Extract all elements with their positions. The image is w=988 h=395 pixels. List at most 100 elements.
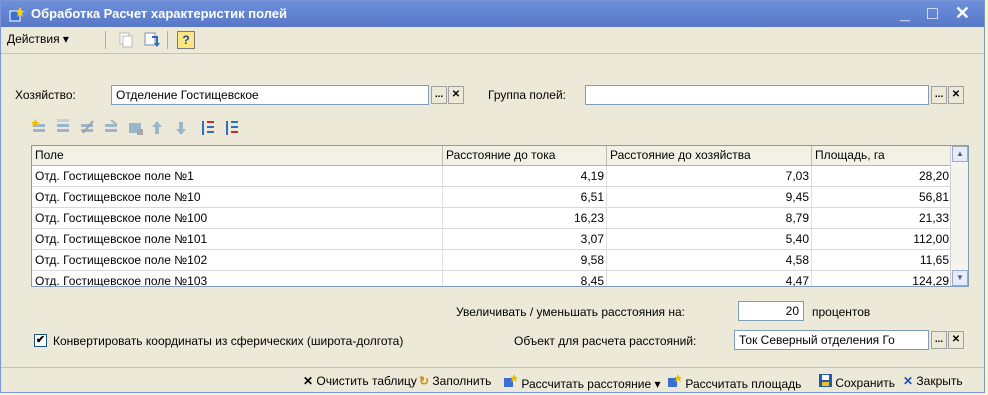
fill-button[interactable]: ↻ Заполнить <box>419 374 491 388</box>
adjust-percent-field[interactable]: 20 <box>738 301 804 321</box>
cell-field: Отд. Гостищевское поле №100 <box>32 208 443 228</box>
save-icon <box>819 374 832 387</box>
target-clear-button[interactable]: ✕ <box>948 331 964 349</box>
save-label: Сохранить <box>835 376 895 390</box>
app-icon <box>9 7 25 22</box>
target-object-field[interactable]: Ток Северный отделения Го <box>734 330 929 350</box>
cell-field: Отд. Гостищевское поле №1 <box>32 166 443 186</box>
cell-area: 112,00 <box>812 229 952 249</box>
column-header-field[interactable]: Поле <box>32 146 443 165</box>
table-row[interactable]: Отд. Гостищевское поле №100 16,23 8,79 2… <box>32 208 952 229</box>
adjust-distance-label: Увеличивать / уменьшать расстояния на: <box>456 305 685 319</box>
field-group-label: Группа полей: <box>488 88 566 102</box>
calc-area-label: Рассчитать площадь <box>685 377 802 391</box>
close-label: Закрыть <box>916 374 963 388</box>
window-title: Обработка Расчет характеристик полей <box>31 6 288 21</box>
save-button[interactable]: Сохранить <box>819 374 895 390</box>
calculate-icon <box>504 374 518 387</box>
table-row[interactable]: Отд. Гостищевское поле №101 3,07 5,40 11… <box>32 229 952 250</box>
calc-area-button[interactable]: Рассчитать площадь <box>668 374 801 391</box>
cell-distance-to-yard: 6,51 <box>443 187 607 207</box>
scroll-down-icon[interactable]: ▼ <box>952 270 968 286</box>
column-header-distance-to-farm[interactable]: Расстояние до хозяйства <box>607 146 812 165</box>
copy-row-icon[interactable] <box>57 119 69 132</box>
field-group-field[interactable] <box>585 85 929 105</box>
end-edit-icon[interactable] <box>129 123 143 135</box>
cell-distance-to-yard: 16,23 <box>443 208 607 228</box>
cell-distance-to-farm: 9,45 <box>607 187 812 207</box>
cell-area: 11,65 <box>812 250 952 270</box>
cell-area: 124,29 <box>812 271 952 286</box>
close-window-button[interactable]: ✕ <box>955 3 976 23</box>
add-row-icon[interactable] <box>31 119 45 132</box>
toolbar-separator <box>105 31 106 49</box>
move-down-icon[interactable] <box>176 122 186 135</box>
fill-label: Заполнить <box>432 374 492 388</box>
cell-area: 56,81 <box>812 187 952 207</box>
cell-area: 28,20 <box>812 166 952 186</box>
cell-field: Отд. Гостищевское поле №10 <box>32 187 443 207</box>
clear-table-button[interactable]: ✕ Очистить таблицу <box>303 374 417 388</box>
maximize-button[interactable]: □ <box>927 3 944 23</box>
farm-clear-button[interactable]: ✕ <box>448 86 464 104</box>
cell-distance-to-yard: 8,45 <box>443 271 607 286</box>
target-select-button[interactable]: ... <box>931 331 947 349</box>
group-clear-button[interactable]: ✕ <box>948 86 964 104</box>
processing-window: Обработка Расчет характеристик полей _ □… <box>0 0 985 393</box>
cell-distance-to-farm: 7,03 <box>607 166 812 186</box>
clear-icon: ✕ <box>303 374 314 388</box>
command-bar: ✕ Очистить таблицу ↻ Заполнить Рассчитат… <box>1 367 984 394</box>
actions-menu[interactable]: Действия ▾ <box>7 32 69 46</box>
column-header-distance-to-yard[interactable]: Расстояние до тока <box>443 146 607 165</box>
calc-distance-button[interactable]: Рассчитать расстояние ▾ <box>504 374 661 391</box>
copy-icon[interactable] <box>117 31 135 49</box>
cell-distance-to-farm: 4,47 <box>607 271 812 286</box>
close-button[interactable]: ✕ Закрыть <box>903 374 963 388</box>
minimize-button[interactable]: _ <box>900 3 916 23</box>
cell-distance-to-yard: 9,58 <box>443 250 607 270</box>
cell-distance-to-yard: 4,19 <box>443 166 607 186</box>
edit-row-icon[interactable] <box>81 120 94 134</box>
target-object-label: Объект для расчета расстояний: <box>514 334 697 348</box>
sort-descending-icon[interactable] <box>226 121 238 135</box>
calculate-icon <box>668 374 682 387</box>
cell-distance-to-yard: 3,07 <box>443 229 607 249</box>
convert-coordinates-checkbox[interactable]: ✔ <box>34 334 47 347</box>
close-icon: ✕ <box>903 374 914 388</box>
delete-row-icon[interactable] <box>105 119 118 132</box>
cell-distance-to-farm: 4,58 <box>607 250 812 270</box>
cell-distance-to-farm: 5,40 <box>607 229 812 249</box>
fields-table[interactable]: Поле Расстояние до тока Расстояние до хо… <box>31 145 969 287</box>
table-row[interactable]: Отд. Гостищевское поле №102 9,58 4,58 11… <box>32 250 952 271</box>
cell-field: Отд. Гостищевское поле №103 <box>32 271 443 286</box>
farm-field[interactable]: Отделение Гостищевское <box>111 85 429 105</box>
convert-coordinates-label: Конвертировать координаты из сферических… <box>53 334 404 348</box>
cell-field: Отд. Гостищевское поле №102 <box>32 250 443 270</box>
refresh-icon: ↻ <box>419 374 430 388</box>
title-bar[interactable]: Обработка Расчет характеристик полей _ □… <box>1 1 984 27</box>
table-row[interactable]: Отд. Гостищевское поле №10 6,51 9,45 56,… <box>32 187 952 208</box>
cell-area: 21,33 <box>812 208 952 228</box>
table-header: Поле Расстояние до тока Расстояние до хо… <box>32 146 968 166</box>
window-controls: _ □ ✕ <box>900 3 976 24</box>
percent-unit-label: процентов <box>812 305 871 319</box>
help-icon[interactable]: ? <box>177 31 195 49</box>
group-select-button[interactable]: ... <box>931 86 947 104</box>
toolbar: Действия ▾ ? <box>1 27 984 54</box>
sort-ascending-icon[interactable] <box>202 121 214 135</box>
farm-label: Хозяйство: <box>15 88 76 102</box>
cell-distance-to-farm: 8,79 <box>607 208 812 228</box>
table-row[interactable]: Отд. Гостищевское поле №103 8,45 4,47 12… <box>32 271 952 286</box>
scroll-up-icon[interactable]: ▲ <box>952 146 968 162</box>
farm-select-button[interactable]: ... <box>431 86 447 104</box>
toolbar-separator <box>167 31 168 49</box>
move-up-icon[interactable] <box>152 121 162 134</box>
goto-icon[interactable] <box>143 31 161 49</box>
table-row[interactable]: Отд. Гостищевское поле №1 4,19 7,03 28,2… <box>32 166 952 187</box>
clear-table-label: Очистить таблицу <box>316 374 417 388</box>
table-toolbar <box>31 119 238 135</box>
cell-field: Отд. Гостищевское поле №101 <box>32 229 443 249</box>
table-scrollbar[interactable]: ▲ ▼ <box>950 146 968 286</box>
column-header-area[interactable]: Площадь, га <box>812 146 952 165</box>
calc-distance-label: Рассчитать расстояние ▾ <box>521 377 661 391</box>
